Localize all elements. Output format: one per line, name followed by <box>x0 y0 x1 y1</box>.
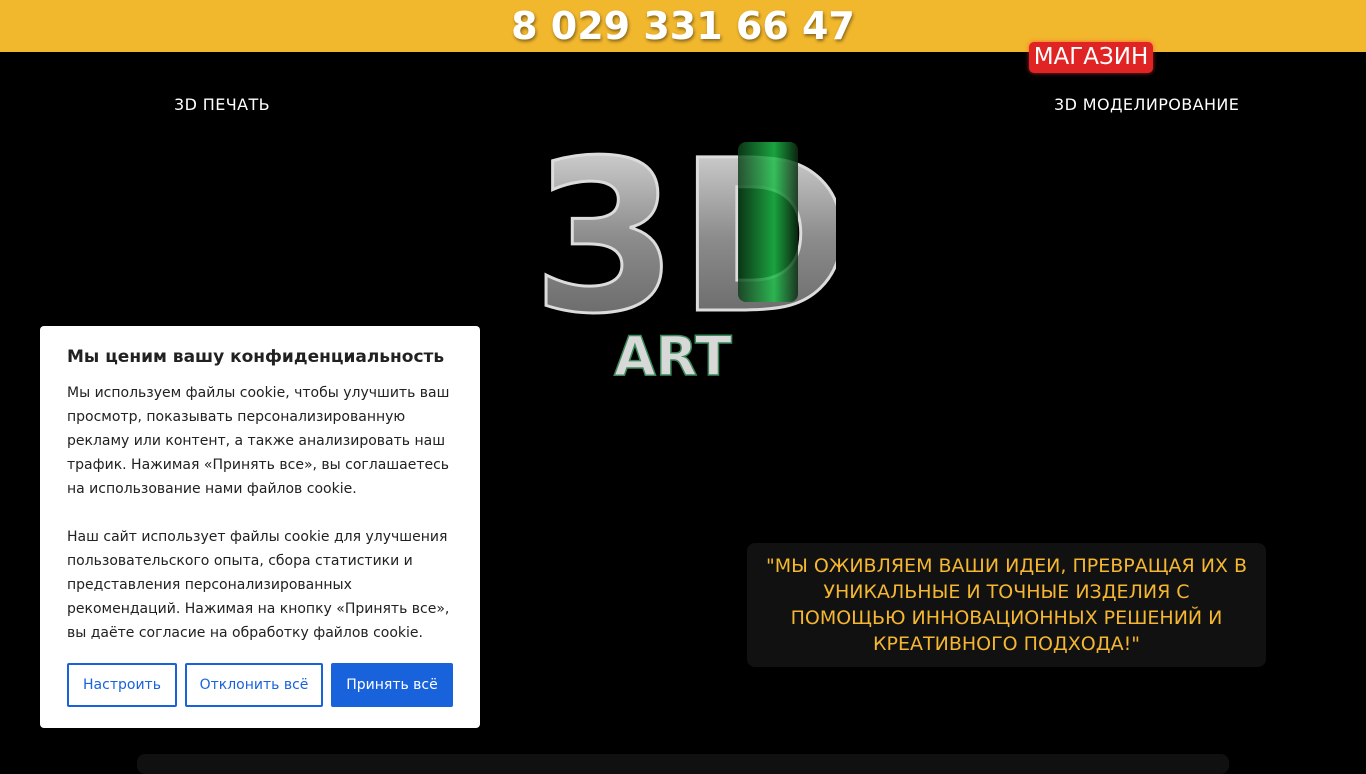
slogan-text: "МЫ ОЖИВЛЯЕМ ВАШИ ИДЕИ, ПРЕВРАЩАЯ ИХ В У… <box>765 555 1248 655</box>
cookie-paragraph-1: Мы используем файлы cookie, чтобы улучши… <box>67 385 450 497</box>
slogan-box: "МЫ ОЖИВЛЯЕМ ВАШИ ИДЕИ, ПРЕВРАЩАЯ ИХ В У… <box>747 543 1266 667</box>
content-section-top <box>137 754 1229 774</box>
site-logo[interactable]: 3D ART <box>530 80 837 381</box>
customize-button[interactable]: Настроить <box>67 663 177 707</box>
nav-3d-modeling[interactable]: 3D МОДЕЛИРОВАНИЕ <box>1054 95 1239 114</box>
logo-green-glow <box>738 142 798 302</box>
shop-button[interactable]: МАГАЗИН <box>1029 42 1153 73</box>
cookie-buttons: Настроить Отклонить всё Принять всё <box>67 663 453 707</box>
reject-all-button[interactable]: Отклонить всё <box>185 663 323 707</box>
top-phone-bar: 8 029 331 66 47 <box>0 0 1366 52</box>
cookie-paragraph-2: Наш сайт использует файлы cookie для улу… <box>67 529 450 641</box>
nav-3d-printing[interactable]: 3D ПЕЧАТЬ <box>174 95 270 114</box>
logo-art-text: ART <box>614 325 732 380</box>
cookie-consent-dialog: Мы ценим вашу конфиденциальность Мы испо… <box>40 326 480 728</box>
phone-number[interactable]: 8 029 331 66 47 <box>511 4 855 48</box>
accept-all-button[interactable]: Принять всё <box>331 663 453 707</box>
cookie-title: Мы ценим вашу конфиденциальность <box>67 347 445 367</box>
